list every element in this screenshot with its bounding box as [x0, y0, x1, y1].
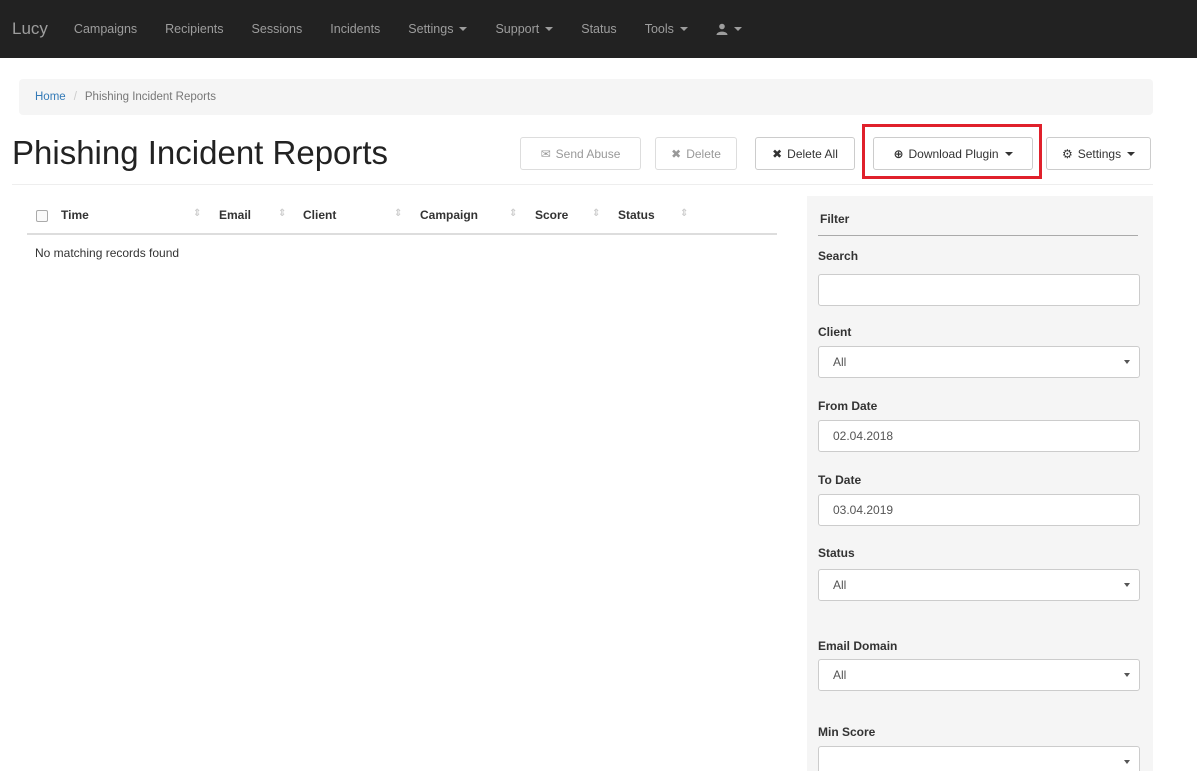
title-divider [12, 184, 1153, 185]
nav-support-label: Support [495, 22, 540, 36]
delete-all-label: Delete All [787, 146, 838, 161]
checkbox-box [36, 210, 48, 222]
column-header-time[interactable]: Time [61, 208, 89, 222]
client-select[interactable]: All [818, 346, 1140, 378]
search-input[interactable] [818, 274, 1140, 306]
nav-status[interactable]: Status [581, 22, 616, 36]
to-date-label: To Date [818, 473, 862, 487]
status-select-value: All [833, 578, 847, 592]
caret-down-icon [545, 27, 554, 31]
column-header-status[interactable]: Status [618, 208, 655, 222]
to-date-input[interactable]: 03.04.2019 [818, 494, 1140, 526]
close-icon: ✖ [671, 146, 682, 161]
breadcrumb-current: Phishing Incident Reports [84, 91, 216, 103]
from-date-label: From Date [818, 399, 878, 413]
delete-label: Delete [686, 146, 721, 161]
nav-support-dropdown[interactable]: Support [495, 22, 554, 36]
search-label: Search [818, 249, 859, 263]
column-header-score[interactable]: Score [535, 208, 568, 222]
breadcrumb-home-link[interactable]: Home [35, 91, 66, 103]
select-all-checkbox[interactable] [36, 210, 48, 222]
nav-settings-dropdown[interactable]: Settings [408, 22, 468, 36]
settings-label: Settings [1077, 146, 1122, 161]
delete-all-button[interactable]: ✖ Delete All [755, 137, 855, 170]
client-label: Client [818, 325, 852, 339]
email-domain-select[interactable]: All [818, 659, 1140, 691]
dropdown-arrow-icon [1124, 760, 1130, 764]
from-date-input[interactable]: 02.04.2018 [818, 420, 1140, 452]
filter-panel: Filter Search Client All From Date 02.04… [807, 196, 1153, 771]
table-header: Time ⇕ Email ⇕ Client ⇕ Campaign ⇕ Score… [27, 200, 777, 235]
page-title: Phishing Incident Reports [12, 134, 389, 171]
sort-icon[interactable]: ⇕ [509, 208, 517, 219]
email-domain-label: Email Domain [818, 639, 898, 653]
top-navbar: Lucy Campaigns Recipients Sessions Incid… [0, 0, 1197, 58]
gear-icon: ⚙ [1061, 146, 1073, 161]
nav-sessions[interactable]: Sessions [252, 22, 303, 36]
incident-table: Time ⇕ Email ⇕ Client ⇕ Campaign ⇕ Score… [27, 200, 777, 260]
caret-down-icon [733, 27, 742, 31]
delete-button[interactable]: ✖ Delete [655, 137, 737, 170]
envelope-icon: ✉ [540, 146, 551, 161]
nav-tools-label: Tools [644, 22, 674, 36]
sort-icon[interactable]: ⇕ [592, 208, 600, 219]
dropdown-arrow-icon [1124, 360, 1130, 364]
sort-icon[interactable]: ⇕ [278, 208, 286, 219]
settings-button[interactable]: ⚙ Settings [1046, 137, 1151, 170]
filter-divider [818, 235, 1138, 236]
status-label: Status [818, 546, 855, 560]
caret-down-icon [679, 27, 688, 31]
highlight-annotation-box [862, 124, 1042, 179]
close-icon: ✖ [772, 146, 783, 161]
client-select-value: All [833, 355, 847, 369]
send-abuse-label: Send Abuse [555, 146, 621, 161]
sort-icon[interactable]: ⇕ [680, 208, 688, 219]
sort-icon[interactable]: ⇕ [193, 208, 201, 219]
sort-icon[interactable]: ⇕ [394, 208, 402, 219]
nav-tools-dropdown[interactable]: Tools [645, 22, 688, 36]
min-score-select[interactable] [818, 746, 1140, 771]
nav-incidents[interactable]: Incidents [330, 22, 380, 36]
empty-table-message: No matching records found [35, 246, 180, 260]
breadcrumb-separator: / [73, 91, 77, 103]
dropdown-arrow-icon [1124, 673, 1130, 677]
filter-title: Filter [820, 212, 850, 226]
column-header-email[interactable]: Email [219, 208, 251, 222]
nav-user-dropdown[interactable] [716, 23, 742, 35]
status-select[interactable]: All [818, 569, 1140, 601]
send-abuse-button[interactable]: ✉ Send Abuse [520, 137, 641, 170]
column-header-client[interactable]: Client [303, 208, 336, 222]
nav-recipients[interactable]: Recipients [165, 22, 223, 36]
brand-logo[interactable]: Lucy [12, 19, 48, 39]
user-icon [716, 23, 728, 35]
email-domain-select-value: All [833, 668, 847, 682]
min-score-label: Min Score [818, 725, 876, 739]
nav-settings-label: Settings [408, 22, 454, 36]
breadcrumb: Home / Phishing Incident Reports [19, 79, 1153, 115]
nav-campaigns[interactable]: Campaigns [74, 22, 137, 36]
dropdown-arrow-icon [1124, 583, 1130, 587]
column-header-campaign[interactable]: Campaign [420, 208, 478, 222]
caret-down-icon [1127, 151, 1136, 156]
caret-down-icon [459, 27, 468, 31]
